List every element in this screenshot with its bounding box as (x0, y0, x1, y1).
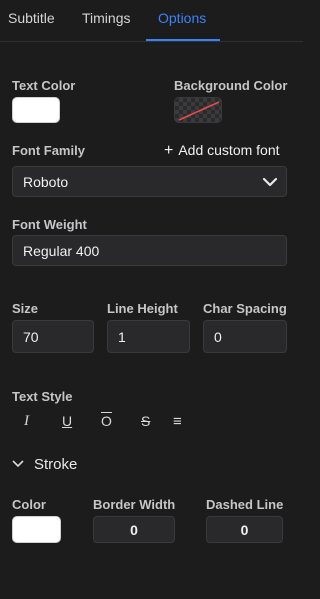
text-color-swatch[interactable] (12, 97, 60, 123)
align-lines-icon[interactable]: ≡ (173, 413, 182, 430)
border-width-value: 0 (130, 521, 138, 538)
no-color-icon (178, 101, 220, 121)
border-width-label: Border Width (93, 497, 176, 512)
border-width-input[interactable]: 0 (93, 516, 175, 543)
text-style-label: Text Style (12, 389, 73, 404)
line-height-value: 1 (118, 328, 126, 345)
font-family-value: Roboto (23, 173, 69, 190)
font-family-select[interactable]: Roboto (12, 166, 287, 197)
stroke-color-swatch[interactable] (12, 516, 61, 543)
font-weight-select[interactable]: Regular 400 (12, 235, 287, 266)
tab-options[interactable]: Options (158, 10, 206, 26)
stroke-title: Stroke (34, 456, 78, 473)
dashed-line-value: 0 (240, 521, 249, 538)
background-color-swatch[interactable] (174, 97, 222, 123)
char-spacing-input[interactable]: 0 (203, 320, 287, 353)
font-weight-label: Font Weight (12, 217, 87, 232)
text-color-label: Text Color (12, 78, 76, 93)
chevron-down-icon (12, 456, 24, 473)
active-tab-indicator (146, 39, 220, 41)
plus-icon: + (164, 142, 174, 159)
dashed-line-label: Dashed Line (206, 497, 284, 512)
add-custom-font-button[interactable]: + Add custom font (164, 142, 280, 160)
size-label: Size (12, 301, 39, 316)
tab-timings[interactable]: Timings (82, 10, 131, 26)
underline-icon[interactable]: U (62, 413, 72, 429)
char-spacing-label: Char Spacing (203, 301, 287, 316)
overline-icon[interactable]: O (101, 413, 112, 429)
chevron-down-icon (262, 177, 278, 187)
add-custom-font-label: Add custom font (178, 142, 280, 158)
tab-bar: Subtitle Timings Options (0, 0, 303, 42)
size-input[interactable]: 70 (12, 320, 94, 353)
strikethrough-icon[interactable]: S (141, 413, 150, 429)
line-height-label: Line Height (107, 301, 178, 316)
dashed-line-input[interactable]: 0 (206, 516, 283, 543)
font-family-label: Font Family (12, 143, 85, 158)
background-color-label: Background Color (174, 78, 288, 93)
stroke-color-label: Color (12, 497, 46, 512)
size-value: 70 (23, 328, 39, 345)
font-weight-value: Regular 400 (23, 242, 100, 259)
stroke-section-toggle[interactable]: Stroke (12, 456, 77, 473)
tab-subtitle[interactable]: Subtitle (8, 10, 55, 26)
line-height-input[interactable]: 1 (107, 320, 190, 353)
italic-icon[interactable]: I (24, 413, 29, 430)
char-spacing-value: 0 (214, 328, 222, 345)
